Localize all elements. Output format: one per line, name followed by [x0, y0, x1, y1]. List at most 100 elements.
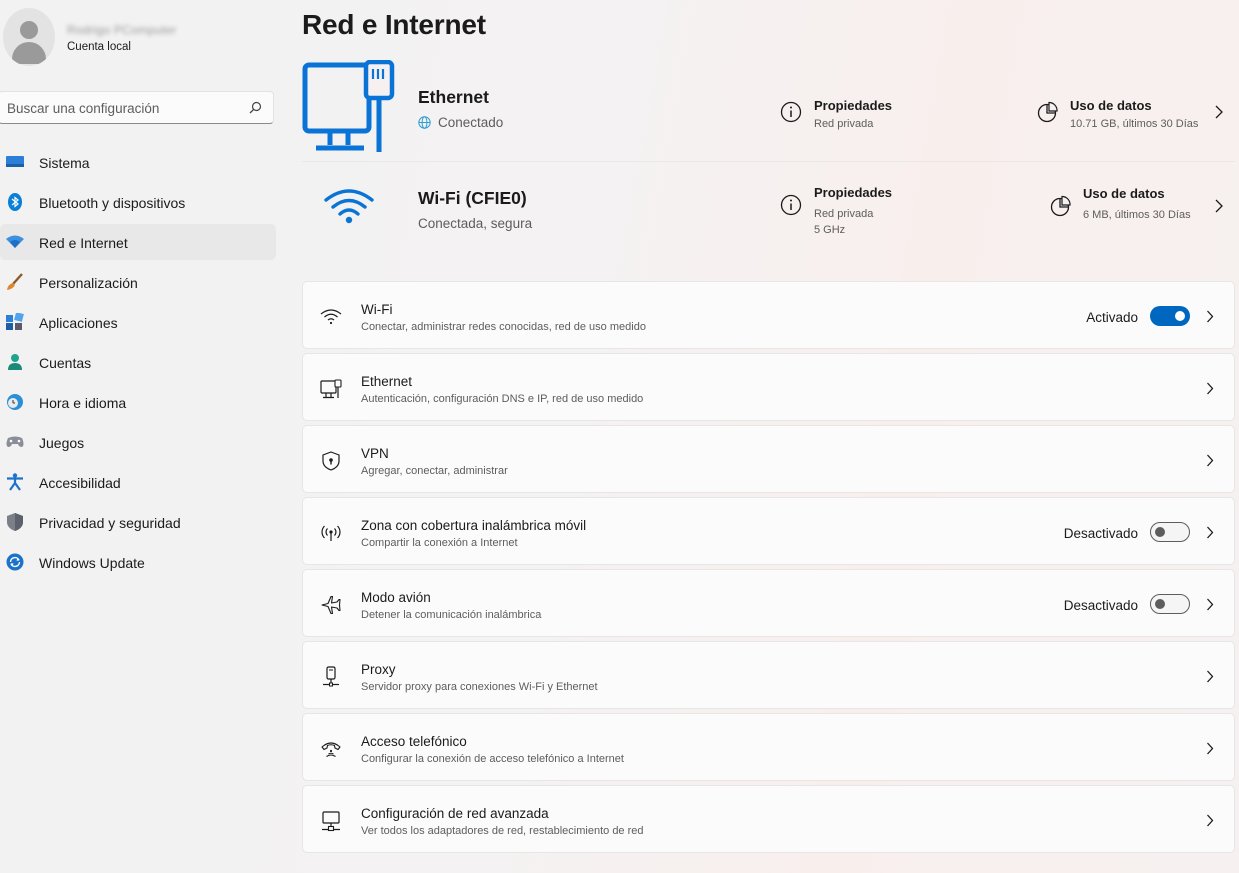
sidebar-item-red-internet[interactable]: Red e Internet	[0, 224, 276, 260]
sidebar-item-label: Hora e idioma	[39, 395, 127, 411]
card-title: Proxy	[361, 662, 396, 677]
search-icon[interactable]	[249, 101, 262, 114]
sidebar-item-label: Personalización	[39, 275, 138, 291]
card-title: Wi-Fi	[361, 302, 393, 317]
sidebar-item-label: Privacidad y seguridad	[39, 515, 181, 531]
usage-title: Uso de datos	[1083, 186, 1165, 201]
hotspot-settings-card[interactable]: Zona con cobertura inalámbrica móvil Com…	[302, 497, 1235, 565]
ethernet-monitor-icon	[302, 60, 395, 152]
airplane-mode-card[interactable]: Modo avión Detener la comunicación inalá…	[302, 569, 1235, 637]
airplane-mode-toggle[interactable]	[1150, 594, 1190, 614]
brush-icon	[7, 273, 23, 290]
shield-icon	[7, 513, 23, 531]
chevron-right-icon[interactable]	[1214, 199, 1224, 213]
toggle-state-label: Desactivado	[1063, 526, 1138, 541]
proxy-icon	[323, 666, 339, 687]
wifi-icon	[320, 309, 342, 325]
settings-window: Rodrigo PComputer Cuenta local Sistema	[0, 0, 1239, 873]
network-adapter-icon	[322, 811, 340, 832]
bluetooth-icon	[8, 193, 22, 211]
accessibility-icon	[7, 473, 23, 491]
card-title: Configuración de red avanzada	[361, 806, 549, 821]
advanced-network-settings-card[interactable]: Configuración de red avanzada Ver todos …	[302, 785, 1235, 853]
search-input[interactable]	[7, 98, 237, 118]
properties-network-type: Red privada	[814, 208, 874, 220]
chevron-right-icon	[1207, 598, 1214, 611]
sidebar-item-windows-update[interactable]: Windows Update	[0, 544, 276, 580]
vpn-settings-card[interactable]: VPN Agregar, conectar, administrar	[302, 425, 1235, 493]
sidebar-item-label: Accesibilidad	[39, 475, 121, 491]
search-box[interactable]	[0, 91, 274, 124]
chevron-right-icon	[1207, 742, 1214, 755]
sidebar-item-label: Bluetooth y dispositivos	[39, 195, 186, 211]
card-subtitle: Detener la comunicación inalámbrica	[361, 609, 542, 621]
sidebar-item-privacidad[interactable]: Privacidad y seguridad	[0, 504, 276, 540]
sidebar-item-label: Sistema	[39, 155, 90, 171]
sidebar-item-sistema[interactable]: Sistema	[0, 144, 276, 180]
vpn-shield-icon	[322, 451, 340, 471]
sidebar-item-aplicaciones[interactable]: Aplicaciones	[0, 304, 276, 340]
ethernet-status: Conectado	[438, 115, 504, 130]
card-subtitle: Compartir la conexión a Internet	[361, 537, 518, 549]
airplane-icon	[321, 595, 341, 615]
card-subtitle: Autenticación, configuración DNS e IP, r…	[361, 393, 644, 405]
globe-icon	[418, 116, 431, 129]
ethernet-name: Ethernet	[418, 87, 489, 107]
sidebar-item-accesibilidad[interactable]: Accesibilidad	[0, 464, 276, 500]
account-icon	[8, 354, 22, 370]
usage-title: Uso de datos	[1070, 98, 1152, 113]
ethernet-settings-card[interactable]: Ethernet Autenticación, configuración DN…	[302, 353, 1235, 421]
data-usage-icon	[1037, 101, 1058, 123]
dialup-settings-card[interactable]: Acceso telefónico Configurar la conexión…	[302, 713, 1235, 781]
profile-name: Rodrigo PComputer	[67, 23, 177, 37]
toggle-state-label: Desactivado	[1063, 598, 1138, 613]
data-usage-icon	[1050, 195, 1071, 217]
wifi-name: Wi-Fi (CFIE0)	[418, 188, 527, 208]
time-language-icon	[7, 394, 23, 410]
sidebar-item-personalizacion[interactable]: Personalización	[0, 264, 276, 300]
chevron-right-icon	[1207, 454, 1214, 467]
info-icon	[780, 194, 802, 216]
avatar	[3, 8, 55, 66]
card-title: Modo avión	[361, 590, 431, 605]
hotspot-toggle[interactable]	[1150, 522, 1190, 542]
account-type: Cuenta local	[67, 41, 131, 53]
properties-title: Propiedades	[814, 98, 893, 113]
network-icon	[6, 235, 24, 248]
sidebar-item-hora-idioma[interactable]: Hora e idioma	[0, 384, 276, 420]
sidebar-item-juegos[interactable]: Juegos	[0, 424, 276, 460]
wifi-status: Conectada, segura	[418, 216, 533, 231]
chevron-right-icon[interactable]	[1214, 105, 1224, 119]
sidebar-item-label: Cuentas	[39, 355, 92, 371]
usage-value: 6 MB, últimos 30 Días	[1083, 209, 1191, 221]
sidebar-item-label: Juegos	[39, 435, 85, 451]
toggle-state-label: Activado	[1086, 310, 1138, 325]
system-icon	[6, 156, 24, 167]
main-content: Red e Internet Ethernet Conectado Propie…	[302, 0, 1239, 873]
wifi-toggle[interactable]	[1150, 306, 1190, 326]
user-profile[interactable]: Rodrigo PComputer Cuenta local	[0, 8, 280, 68]
apps-icon	[6, 313, 24, 330]
properties-title: Propiedades	[814, 185, 893, 200]
chevron-right-icon	[1207, 310, 1214, 323]
chevron-right-icon	[1207, 526, 1214, 539]
usage-value: 10.71 GB, últimos 30 Días	[1070, 118, 1199, 130]
sidebar-item-bluetooth[interactable]: Bluetooth y dispositivos	[0, 184, 276, 220]
card-title: VPN	[361, 446, 389, 461]
wifi-settings-card[interactable]: Wi-Fi Conectar, administrar redes conoci…	[302, 281, 1235, 349]
sidebar-item-label: Red e Internet	[39, 235, 128, 251]
sidebar-nav: Sistema Bluetooth y dispositivos Red e I…	[0, 144, 276, 584]
proxy-settings-card[interactable]: Proxy Servidor proxy para conexiones Wi-…	[302, 641, 1235, 709]
card-subtitle: Servidor proxy para conexiones Wi-Fi y E…	[361, 681, 598, 693]
card-subtitle: Ver todos los adaptadores de red, restab…	[361, 825, 644, 837]
card-subtitle: Agregar, conectar, administrar	[361, 465, 508, 477]
wifi-connection-summary: Wi-Fi (CFIE0) Conectada, segura Propieda…	[302, 162, 1235, 254]
sidebar: Rodrigo PComputer Cuenta local Sistema	[0, 0, 285, 873]
card-title: Zona con cobertura inalámbrica móvil	[361, 518, 587, 533]
ethernet-connection-summary: Ethernet Conectado Propiedades Red priva…	[302, 58, 1235, 161]
chevron-right-icon	[1207, 814, 1214, 827]
properties-network-type: Red privada	[814, 118, 874, 130]
card-title: Acceso telefónico	[361, 734, 467, 749]
chevron-right-icon	[1207, 382, 1214, 395]
sidebar-item-cuentas[interactable]: Cuentas	[0, 344, 276, 380]
